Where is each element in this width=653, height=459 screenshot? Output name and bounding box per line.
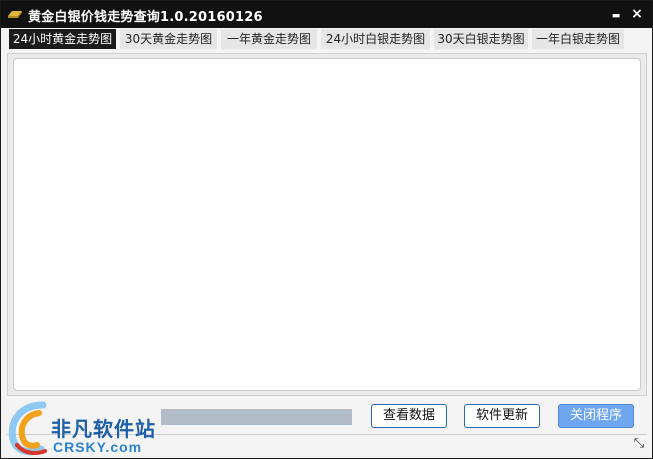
gold-bar-icon [8, 11, 22, 18]
app-window: 黄金白银价钱走势查询1.0.20160126 ▬ × 24小时黄金走势图 30天… [0, 0, 653, 459]
close-program-button[interactable]: 关闭程序 [558, 404, 634, 428]
minimize-icon: ▬ [611, 11, 621, 21]
window-title: 黄金白银价钱走势查询1.0.20160126 [28, 10, 263, 25]
tab-content-panel [7, 53, 647, 396]
tab-24h-silver[interactable]: 24小时白银走势图 [321, 29, 430, 49]
close-window-button[interactable]: × [628, 5, 646, 23]
tab-1y-gold[interactable]: 一年黄金走势图 [221, 29, 317, 49]
crsky-logo-icon [8, 401, 47, 456]
watermark-chinese-text: 非凡软件站 [51, 417, 156, 441]
chart-display-area [13, 58, 641, 391]
crsky-watermark: 非凡软件站 CRSKY.com [3, 399, 163, 459]
watermark-english-text: CRSKY.com [53, 439, 143, 455]
tab-24h-gold[interactable]: 24小时黄金走势图 [9, 29, 116, 49]
software-update-button[interactable]: 软件更新 [464, 404, 540, 428]
minimize-button[interactable]: ▬ [607, 5, 625, 23]
close-icon: × [631, 6, 643, 22]
resize-grip-icon[interactable]: ⤡ [631, 436, 647, 452]
tab-30d-gold[interactable]: 30天黄金走势图 [120, 29, 217, 49]
title-bar[interactable]: 黄金白银价钱走势查询1.0.20160126 ▬ × [1, 1, 652, 28]
tab-1y-silver[interactable]: 一年白银走势图 [532, 29, 624, 49]
view-data-button[interactable]: 查看数据 [371, 404, 447, 428]
progress-bar [161, 409, 352, 425]
tab-30d-silver[interactable]: 30天白银走势图 [434, 29, 528, 49]
